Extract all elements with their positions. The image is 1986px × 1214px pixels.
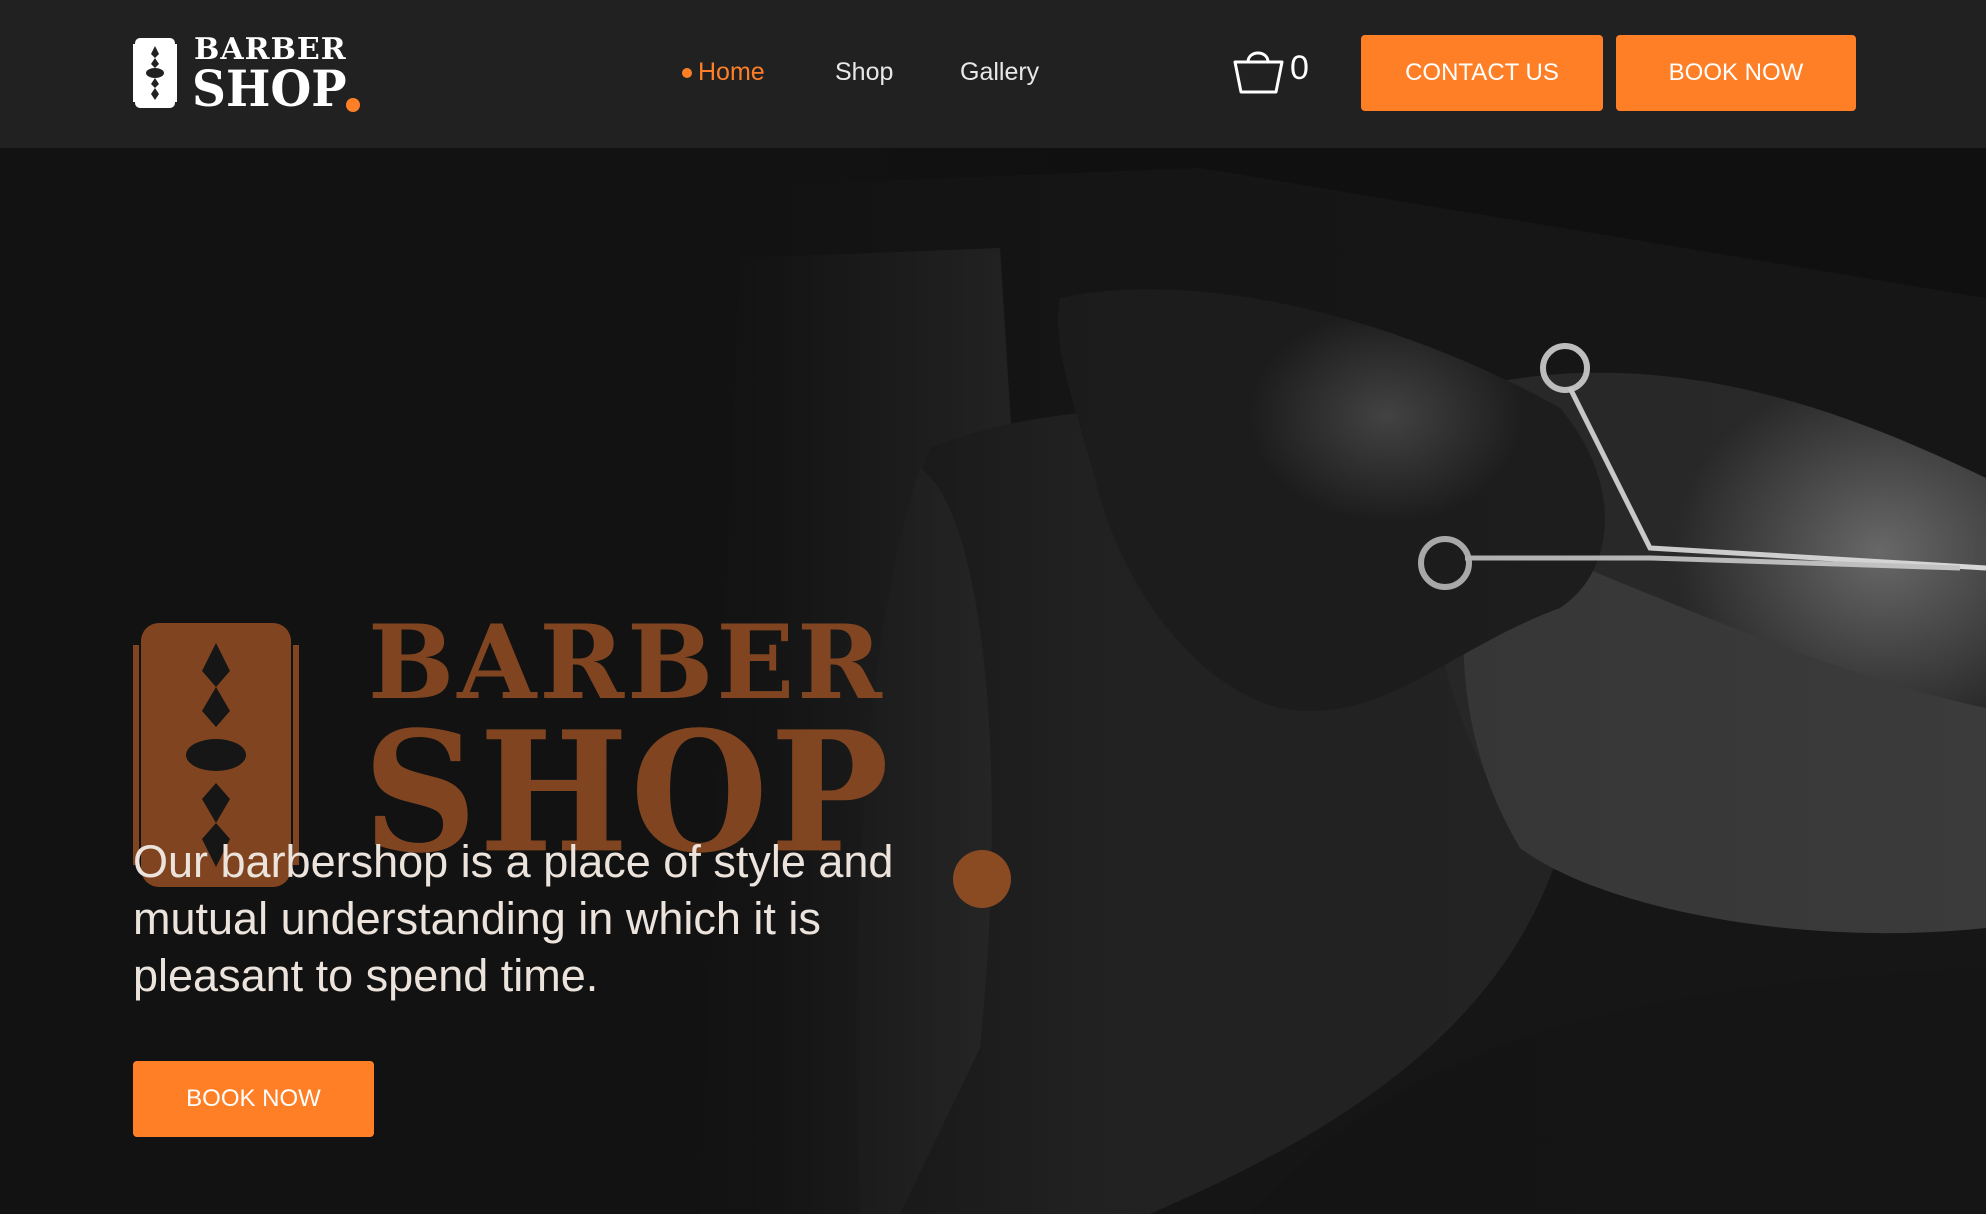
cart-count: 0: [1290, 49, 1309, 87]
book-now-hero-button[interactable]: BOOK NOW: [133, 1061, 374, 1137]
nav-item-shop[interactable]: Shop: [835, 58, 893, 87]
nav-item-label: Gallery: [960, 58, 1040, 86]
logo-dot: [346, 98, 360, 112]
nav-item-gallery[interactable]: Gallery: [960, 58, 1039, 87]
shopping-basket-icon: [1233, 51, 1284, 94]
contact-us-button[interactable]: CONTACT US: [1361, 35, 1603, 111]
active-indicator-dot: [682, 68, 692, 78]
cart-button[interactable]: 0: [1232, 44, 1322, 98]
nav-item-label: Shop: [835, 58, 894, 86]
book-now-header-button[interactable]: BOOK NOW: [1616, 35, 1856, 111]
logo-text-shop: SHOP: [192, 60, 347, 119]
nav-item-label: Home: [698, 58, 765, 86]
razor-blade-icon: [133, 38, 177, 108]
hero-tagline: Our barbershop is a place of style and m…: [133, 836, 894, 1001]
site-logo[interactable]: BARBER SHOP: [133, 32, 373, 118]
hero-section: BARBER SHOP Our barbershop is a place of…: [0, 148, 1986, 1214]
site-header: BARBER SHOP Home Shop Gallery 0 CONTACT …: [0, 0, 1986, 148]
nav-item-home[interactable]: Home: [682, 58, 765, 87]
